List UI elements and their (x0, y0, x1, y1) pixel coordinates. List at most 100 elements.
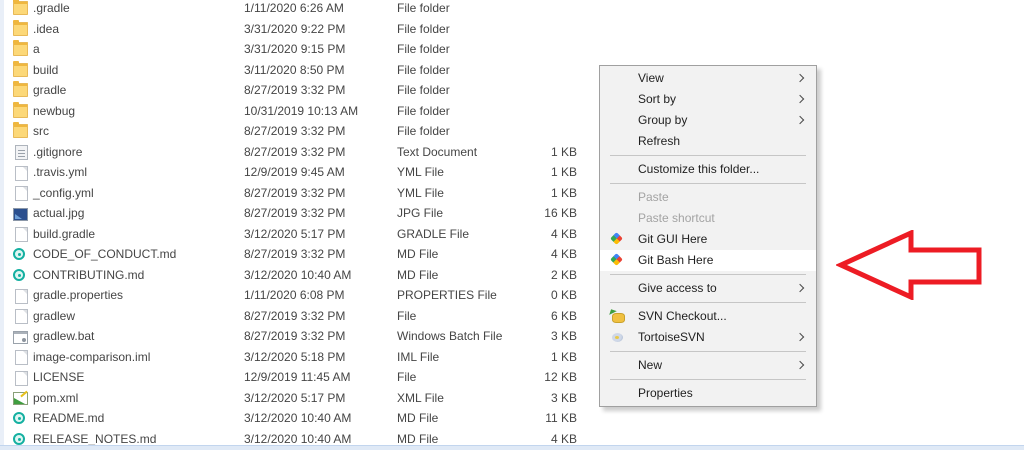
file-type: PROPERTIES File (397, 288, 497, 302)
file-row[interactable]: CONTRIBUTING.md 3/12/2020 10:40 AM MD Fi… (0, 265, 600, 286)
file-type: File folder (397, 124, 450, 138)
folder-icon (13, 1, 28, 15)
file-row[interactable]: src 8/27/2019 3:32 PM File folder (0, 121, 600, 142)
markdown-file-icon (13, 269, 25, 281)
file-row[interactable]: pom.xml 3/12/2020 5:17 PM XML File 3 KB (0, 388, 600, 409)
file-type: File folder (397, 1, 450, 15)
context-menu: ViewSort by Group by Refresh Customize this… (599, 65, 817, 407)
file-date-modified: 8/27/2019 3:32 PM (244, 247, 345, 261)
file-type: File (397, 309, 416, 323)
menu-item-label: Refresh (638, 134, 680, 148)
file-row[interactable]: build.gradle 3/12/2020 5:17 PM GRADLE Fi… (0, 224, 600, 245)
menu-item-properties[interactable]: Properties (600, 383, 816, 404)
file-date-modified: 3/12/2020 5:17 PM (244, 391, 345, 405)
menu-item-label: Group by (638, 113, 687, 127)
menu-item-sort-by[interactable]: Sort by (600, 89, 816, 110)
menu-separator (610, 379, 806, 380)
file-date-modified: 1/11/2020 6:26 AM (244, 1, 344, 15)
file-size: 4 KB (490, 227, 577, 241)
file-type: YML File (397, 165, 444, 179)
file-date-modified: 10/31/2019 10:13 AM (244, 104, 358, 118)
file-date-modified: 8/27/2019 3:32 PM (244, 124, 345, 138)
menu-item-git-gui-here[interactable]: Git GUI Here (600, 229, 816, 250)
file-row[interactable]: .idea 3/31/2020 9:22 PM File folder (0, 19, 600, 40)
file-name: newbug (33, 104, 75, 118)
file-name: README.md (33, 411, 104, 425)
file-name: LICENSE (33, 370, 84, 384)
menu-item-label: Git GUI Here (638, 232, 707, 246)
git-bash-icon (610, 253, 623, 266)
folder-icon (13, 83, 28, 97)
file-date-modified: 8/27/2019 3:32 PM (244, 206, 345, 220)
menu-item-svn-checkout[interactable]: SVN Checkout... (600, 306, 816, 327)
folder-icon (13, 42, 28, 56)
file-row[interactable]: README.md 3/12/2020 10:40 AM MD File 11 … (0, 408, 600, 429)
file-size: 4 KB (490, 247, 577, 261)
file-type: MD File (397, 432, 438, 446)
file-type: MD File (397, 411, 438, 425)
menu-item-label: SVN Checkout... (638, 309, 727, 323)
file-size: 3 KB (490, 391, 577, 405)
file-name: .travis.yml (33, 165, 87, 179)
file-name: build.gradle (33, 227, 95, 241)
text-file-icon (15, 145, 28, 160)
menu-item-new[interactable]: New (600, 355, 816, 376)
menu-item-paste-shortcut[interactable]: Paste shortcut (600, 208, 816, 229)
file-date-modified: 3/12/2020 10:40 AM (244, 268, 351, 282)
file-icon (15, 350, 28, 365)
file-date-modified: 8/27/2019 3:32 PM (244, 145, 345, 159)
menu-item-label: New (638, 358, 662, 372)
file-name: .idea (33, 22, 59, 36)
file-row[interactable]: gradle 8/27/2019 3:32 PM File folder (0, 80, 600, 101)
menu-item-paste[interactable]: Paste (600, 187, 816, 208)
folder-icon (13, 104, 28, 118)
file-icon (15, 289, 28, 304)
file-name: image-comparison.iml (33, 350, 150, 364)
menu-item-group-by[interactable]: Group by (600, 110, 816, 131)
file-size: 11 KB (490, 411, 577, 425)
file-row[interactable]: actual.jpg 8/27/2019 3:32 PM JPG File 16… (0, 203, 600, 224)
submenu-arrow-icon (796, 284, 804, 292)
file-type: File folder (397, 63, 450, 77)
file-row[interactable]: gradlew 8/27/2019 3:32 PM File 6 KB (0, 306, 600, 327)
svn-checkout-icon (612, 313, 625, 323)
menu-separator (610, 302, 806, 303)
submenu-arrow-icon (796, 333, 804, 341)
file-size: 12 KB (490, 370, 577, 384)
menu-item-git-bash-here[interactable]: Git Bash Here (600, 250, 816, 271)
menu-item-give-access-to[interactable]: Give access to (600, 278, 816, 299)
file-row[interactable]: build 3/11/2020 8:50 PM File folder (0, 60, 600, 81)
file-type: File folder (397, 22, 450, 36)
file-name: build (33, 63, 58, 77)
file-row[interactable]: gradle.properties 1/11/2020 6:08 PM PROP… (0, 285, 600, 306)
menu-item-customize-this-folder[interactable]: Customize this folder... (600, 159, 816, 180)
file-row[interactable]: newbug 10/31/2019 10:13 AM File folder (0, 101, 600, 122)
file-row[interactable]: .gitignore 8/27/2019 3:32 PM Text Docume… (0, 142, 600, 163)
file-row[interactable]: CODE_OF_CONDUCT.md 8/27/2019 3:32 PM MD … (0, 244, 600, 265)
file-row[interactable]: .gradle 1/11/2020 6:26 AM File folder (0, 0, 600, 19)
menu-item-label: Paste (638, 190, 669, 204)
file-size: 1 KB (490, 186, 577, 200)
menu-separator (610, 274, 806, 275)
file-row[interactable]: gradlew.bat 8/27/2019 3:32 PM Windows Ba… (0, 326, 600, 347)
file-row[interactable]: a 3/31/2020 9:15 PM File folder (0, 39, 600, 60)
menu-item-refresh[interactable]: Refresh (600, 131, 816, 152)
menu-item-label: Git Bash Here (638, 253, 713, 267)
file-size: 1 KB (490, 165, 577, 179)
file-type: IML File (397, 350, 439, 364)
file-row[interactable]: image-comparison.iml 3/12/2020 5:18 PM I… (0, 347, 600, 368)
menu-item-view[interactable]: View (600, 68, 816, 89)
file-row[interactable]: .travis.yml 12/9/2019 9:45 AM YML File 1… (0, 162, 600, 183)
file-date-modified: 3/12/2020 5:18 PM (244, 350, 345, 364)
file-date-modified: 8/27/2019 3:32 PM (244, 309, 345, 323)
file-name: .gradle (33, 1, 70, 15)
file-date-modified: 3/31/2020 9:15 PM (244, 42, 345, 56)
file-list: .gradle 1/11/2020 6:26 AM File folder .i… (0, 0, 600, 449)
image-file-icon (13, 208, 28, 221)
file-row[interactable]: _config.yml 8/27/2019 3:32 PM YML File 1… (0, 183, 600, 204)
file-row[interactable]: LICENSE 12/9/2019 11:45 AM File 12 KB (0, 367, 600, 388)
file-type: YML File (397, 186, 444, 200)
menu-item-tortoisesvn[interactable]: TortoiseSVN (600, 327, 816, 348)
file-icon (15, 371, 28, 386)
file-date-modified: 12/9/2019 9:45 AM (244, 165, 345, 179)
